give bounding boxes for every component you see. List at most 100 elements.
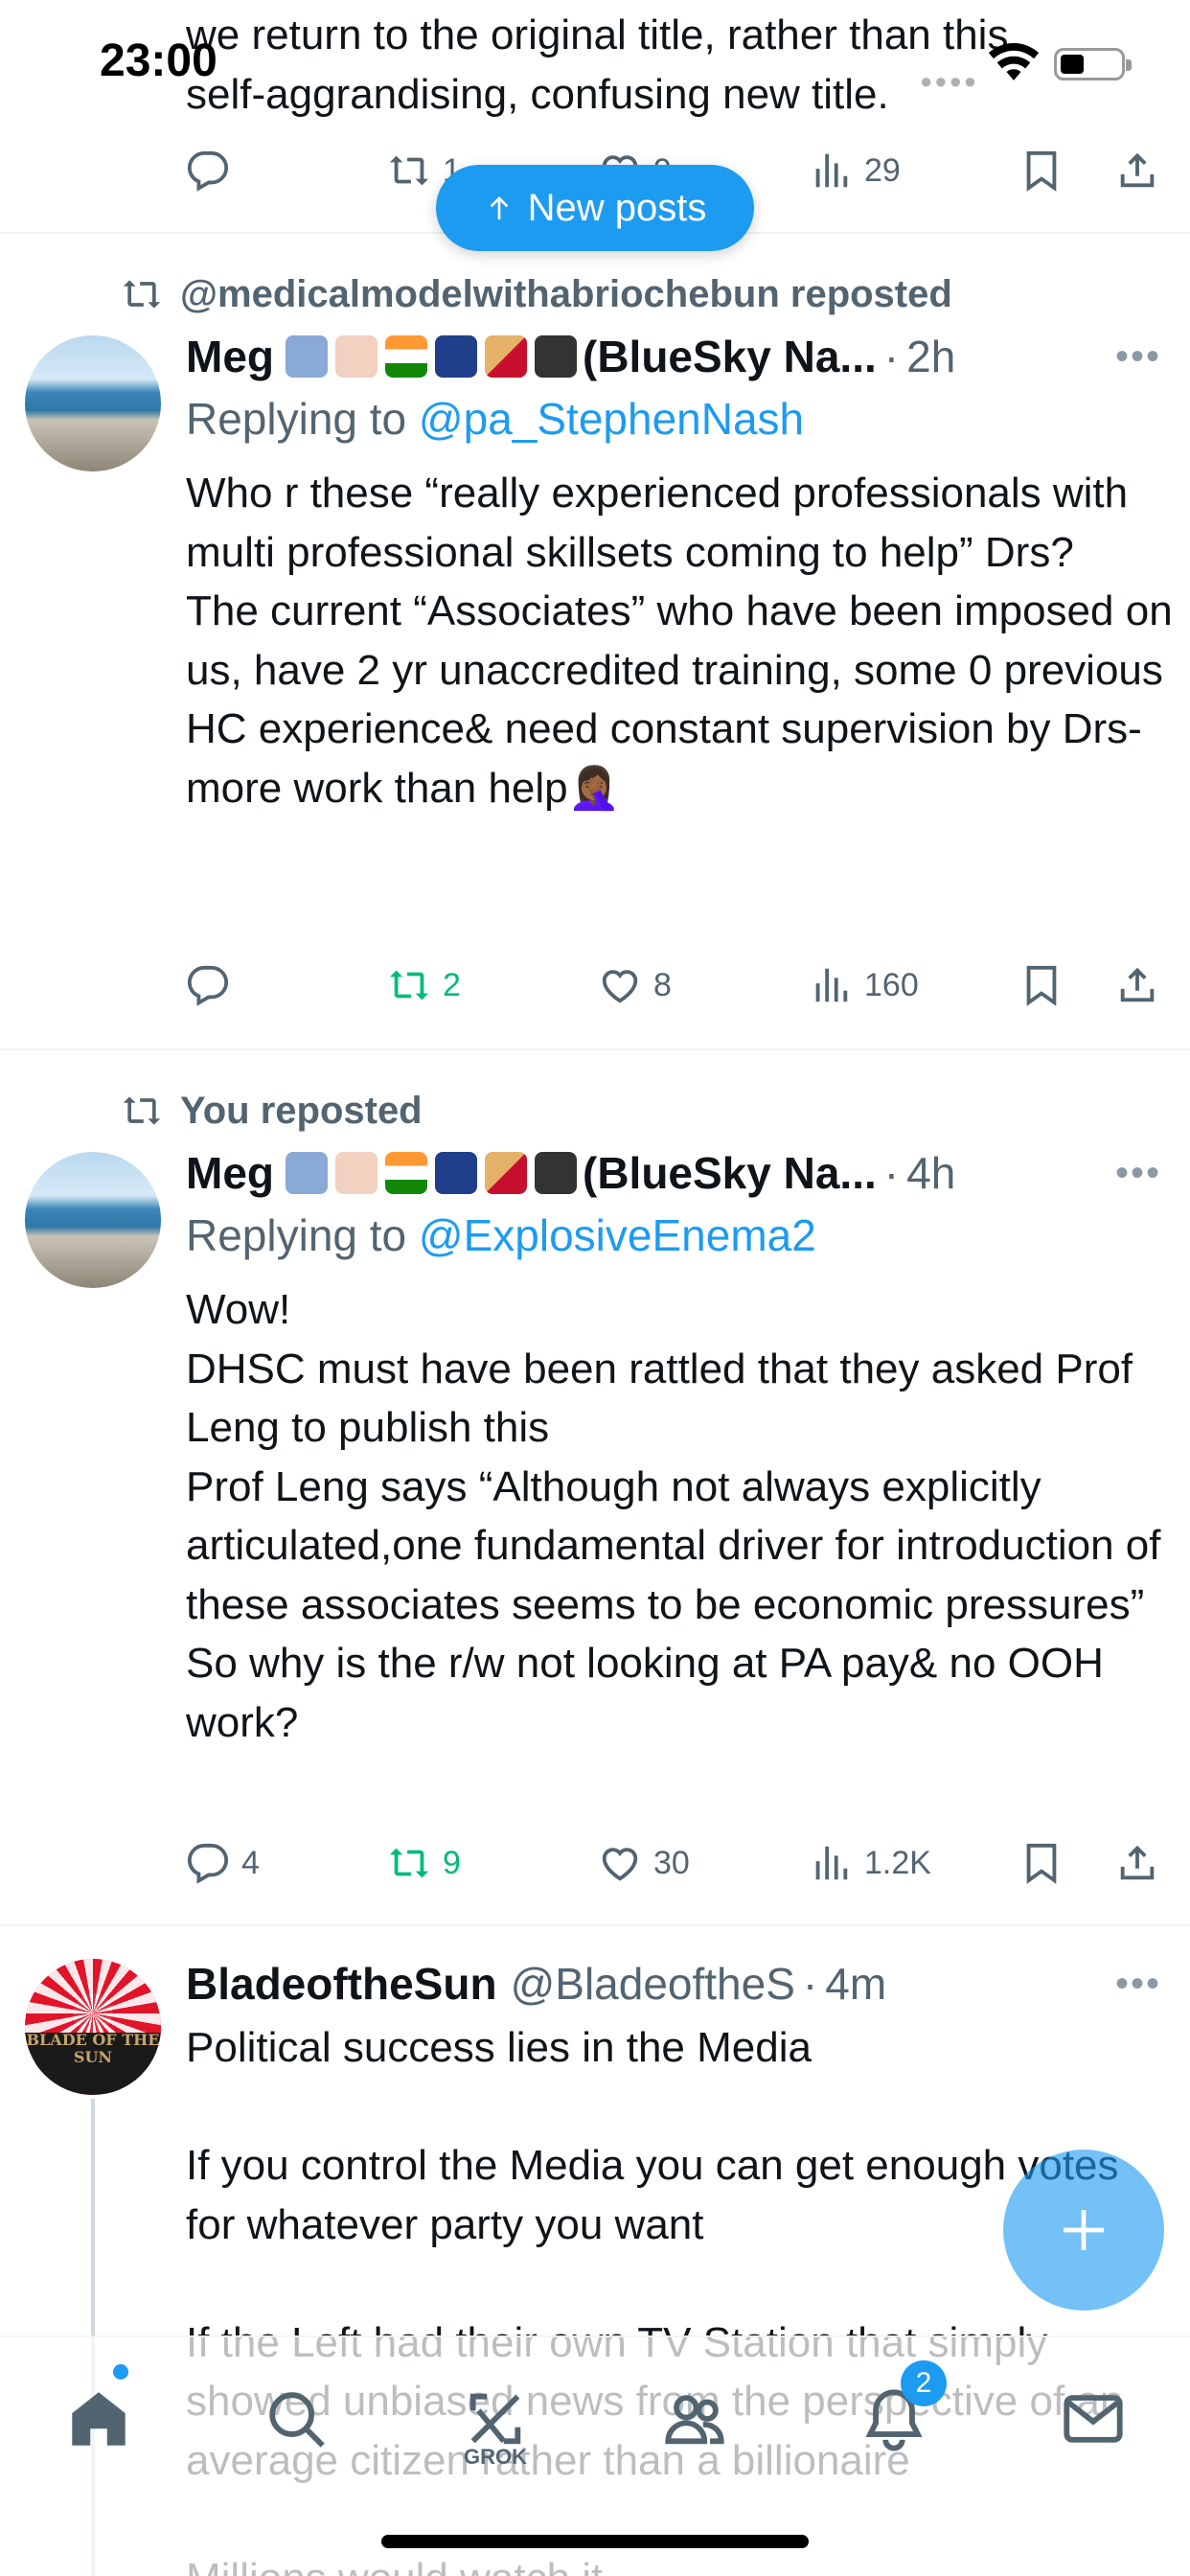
share-icon <box>1120 152 1155 188</box>
views-button[interactable]: 29 <box>809 142 901 199</box>
avatar[interactable] <box>25 335 161 472</box>
post-time[interactable]: 4h <box>906 1147 955 1199</box>
camera-emoji-icon <box>535 335 577 378</box>
cricket-emoji-icon <box>485 1152 527 1194</box>
name-emojis <box>286 335 577 378</box>
repost-count: 2 <box>443 966 461 1003</box>
bookmark-button[interactable] <box>1019 956 1064 1014</box>
tab-home[interactable] <box>56 2376 142 2462</box>
post[interactable]: @medicalmodelwithabriochebun reposted Me… <box>0 234 1190 1050</box>
battery-icon <box>1054 48 1132 80</box>
repost-icon <box>389 155 429 186</box>
unread-dot <box>113 2364 128 2380</box>
post-time[interactable]: 2h <box>906 331 955 382</box>
people-icon <box>665 2395 724 2445</box>
repost-button[interactable]: 2 <box>387 956 461 1014</box>
grok-label: GROK <box>464 2445 527 2469</box>
replying-handle-link[interactable]: @pa_StephenNash <box>419 394 804 444</box>
repost-indicator: @medicalmodelwithabriochebun reposted <box>121 270 952 318</box>
new-posts-label: New posts <box>527 186 707 229</box>
cricket-emoji-icon <box>485 335 527 378</box>
tab-messages[interactable] <box>1050 2376 1136 2462</box>
share-button[interactable] <box>1115 142 1159 199</box>
post-header: BladeoftheSun @BladeoftheS · 4m <box>186 1958 887 2010</box>
family-emoji-icon <box>286 335 328 378</box>
views-button[interactable]: 160 <box>809 956 919 1014</box>
reply-button[interactable]: 4 <box>186 1834 260 1892</box>
repost-icon <box>123 280 161 309</box>
more-options-icon[interactable]: ••• <box>1115 1955 1161 2012</box>
repost-label: You reposted <box>180 1089 423 1132</box>
india-flag-icon <box>385 1152 427 1194</box>
repost-icon <box>123 1096 161 1125</box>
mail-icon <box>1064 2395 1123 2443</box>
tab-search[interactable] <box>253 2376 339 2462</box>
views-icon <box>815 153 848 188</box>
repost-icon <box>389 1848 429 1878</box>
reply-icon <box>187 150 229 192</box>
reply-button[interactable] <box>186 142 230 199</box>
grok-icon <box>469 2393 521 2445</box>
views-button[interactable]: 1.2K <box>809 1834 931 1892</box>
views-count: 29 <box>864 151 901 189</box>
reply-count: 4 <box>241 1844 260 1881</box>
search-icon <box>269 2392 325 2448</box>
display-name-suffix: (BlueSky Na... <box>583 1148 877 1198</box>
post-actions: 2 8 160 <box>186 956 1155 1014</box>
views-count: 1.2K <box>864 1844 931 1881</box>
status-bar: 23:00 ●●●● <box>0 0 1190 125</box>
like-count: 8 <box>653 966 672 1003</box>
like-count: 30 <box>653 1844 690 1881</box>
home-icon <box>72 2392 126 2446</box>
replying-handle-link[interactable]: @ExplosiveEnema2 <box>419 1210 816 1260</box>
new-posts-button[interactable]: New posts <box>436 165 754 251</box>
status-time: 23:00 <box>100 35 217 86</box>
more-options-icon[interactable]: ••• <box>1115 1144 1161 1202</box>
display-name[interactable]: BladeoftheSun <box>186 1958 497 2010</box>
repost-button[interactable]: 9 <box>387 1834 461 1892</box>
repost-label: @medicalmodelwithabriochebun reposted <box>180 272 952 315</box>
home-indicator[interactable] <box>381 2535 809 2548</box>
plus-icon <box>1064 2210 1104 2250</box>
bookmark-icon <box>1026 150 1057 192</box>
share-button[interactable] <box>1115 956 1159 1014</box>
camera-emoji-icon <box>535 1152 577 1194</box>
avatar[interactable] <box>25 1152 161 1288</box>
post-body: Wow! DHSC must have been rattled that th… <box>186 1286 1161 1746</box>
repost-icon <box>389 970 429 1000</box>
views-icon <box>815 968 848 1002</box>
like-button[interactable]: 8 <box>598 956 672 1014</box>
bookmark-icon <box>1026 965 1057 1006</box>
repost-count: 9 <box>443 1844 461 1881</box>
avatar-logo-text: BLADE OF THE SUN <box>26 2031 160 2066</box>
display-name[interactable]: Meg <box>186 1147 274 1199</box>
doctor-emoji-icon <box>335 335 378 378</box>
post-body: Who r these “really experienced professi… <box>186 470 1173 812</box>
display-name-suffix: (BlueSky Na... <box>583 332 877 381</box>
bookmark-button[interactable] <box>1019 1834 1064 1892</box>
reply-button[interactable] <box>186 956 241 1014</box>
display-name[interactable]: Meg <box>186 331 274 382</box>
share-button[interactable] <box>1115 1834 1159 1892</box>
india-flag-icon <box>385 335 427 378</box>
avatar[interactable]: BLADE OF THE SUN <box>25 1959 161 2095</box>
compose-post-button[interactable] <box>1003 2150 1164 2311</box>
reply-icon <box>187 1843 229 1884</box>
repost-indicator: You reposted <box>121 1087 423 1135</box>
tab-communities[interactable] <box>652 2376 738 2462</box>
reply-icon <box>187 965 229 1006</box>
replying-to: Replying to @ExplosiveEnema2 <box>186 1210 816 1260</box>
post[interactable]: You reposted Meg (BlueSky Na... · 4h •••… <box>0 1050 1190 1926</box>
user-handle[interactable]: @BladeoftheS <box>511 1958 795 2010</box>
views-icon <box>815 1846 848 1880</box>
post-time[interactable]: 4m <box>825 1958 886 2010</box>
share-icon <box>1120 967 1155 1002</box>
replying-to: Replying to @pa_StephenNash <box>186 394 805 444</box>
tab-grok[interactable]: GROK <box>452 2376 538 2469</box>
like-button[interactable]: 30 <box>598 1834 690 1892</box>
bookmark-button[interactable] <box>1019 142 1064 199</box>
more-options-icon[interactable]: ••• <box>1115 328 1161 385</box>
post-header: Meg (BlueSky Na... · 2h <box>186 331 956 382</box>
bookmark-icon <box>1026 1843 1057 1884</box>
like-icon <box>602 1848 638 1881</box>
